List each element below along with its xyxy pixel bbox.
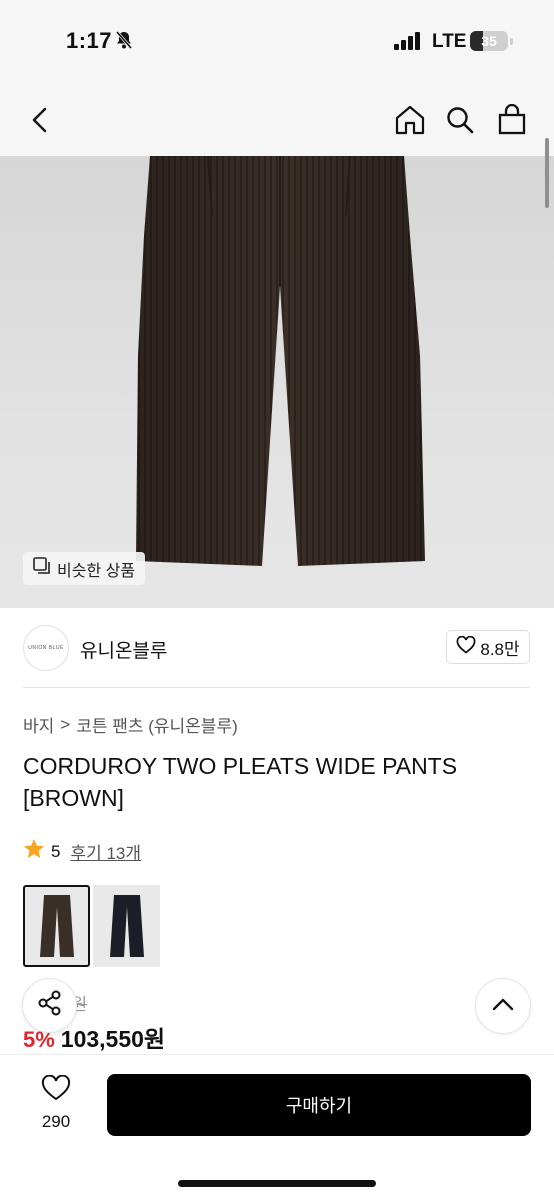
buy-button[interactable]: 구매하기	[107, 1074, 531, 1136]
share-icon	[36, 989, 64, 1022]
heart-icon	[456, 635, 476, 659]
wishlist-button[interactable]: 290	[30, 1074, 82, 1135]
battery-nub	[510, 38, 513, 45]
brand-row: UNION BLUE 유니온블루 8.8만	[0, 608, 554, 688]
status-time: 1:17	[66, 28, 113, 53]
home-indicator	[178, 1180, 376, 1187]
breadcrumb-subcategory[interactable]: 코튼 팬츠 (유니온블루)	[76, 712, 238, 737]
navy-pants-thumbnail	[109, 895, 144, 957]
status-bar: 1:17 LTE 35	[0, 0, 554, 84]
mute-bell-icon	[114, 30, 134, 55]
scroll-to-top-button[interactable]	[475, 978, 531, 1034]
color-option-brown[interactable]	[23, 885, 90, 967]
rating-row: 5 후기 13개	[23, 838, 141, 865]
scroll-indicator	[545, 138, 549, 208]
rating-score: 5	[51, 841, 61, 861]
pants-illustration	[136, 156, 425, 566]
brand-name[interactable]: 유니온블루	[80, 636, 167, 663]
breadcrumb-category[interactable]: 바지	[23, 712, 54, 737]
back-icon[interactable]	[22, 102, 58, 138]
top-nav-bar	[0, 84, 554, 156]
brand-like-count: 8.8만	[480, 639, 520, 659]
breadcrumb-separator: >	[60, 714, 71, 734]
wishlist-count: 290	[41, 1112, 71, 1131]
home-icon[interactable]	[392, 102, 428, 138]
product-image[interactable]	[0, 156, 554, 608]
shopping-bag-icon[interactable]	[494, 102, 530, 138]
sale-price: 103,550원	[60, 1026, 166, 1052]
battery-icon: 35	[470, 31, 508, 51]
search-icon[interactable]	[442, 102, 478, 138]
breadcrumb: 바지 > 코튼 팬츠 (유니온블루)	[23, 712, 238, 737]
brand-like-button[interactable]: 8.8만	[446, 630, 530, 664]
star-icon	[23, 838, 45, 865]
network-type: LTE	[432, 31, 467, 52]
brand-logo[interactable]: UNION BLUE	[23, 625, 69, 671]
similar-items-icon	[33, 557, 51, 580]
share-button[interactable]	[22, 978, 77, 1033]
cellular-signal-icon	[394, 32, 422, 55]
brand-logo-text: UNION BLUE	[28, 645, 64, 651]
color-option-navy[interactable]	[93, 885, 160, 967]
bottom-action-bar: 290 구매하기	[0, 1054, 554, 1200]
divider	[23, 687, 530, 688]
chevron-up-icon	[492, 997, 514, 1016]
product-title: CORDUROY TWO PLEATS WIDE PANTS [BROWN]	[23, 753, 458, 811]
similar-products-label: 비슷한 상품	[57, 562, 136, 580]
heart-icon	[41, 1074, 71, 1106]
brown-pants-thumbnail	[39, 895, 74, 957]
similar-products-button[interactable]: 비슷한 상품	[23, 552, 146, 585]
battery-level: 35	[481, 33, 497, 49]
review-count-link[interactable]: 후기 13개	[70, 839, 141, 864]
